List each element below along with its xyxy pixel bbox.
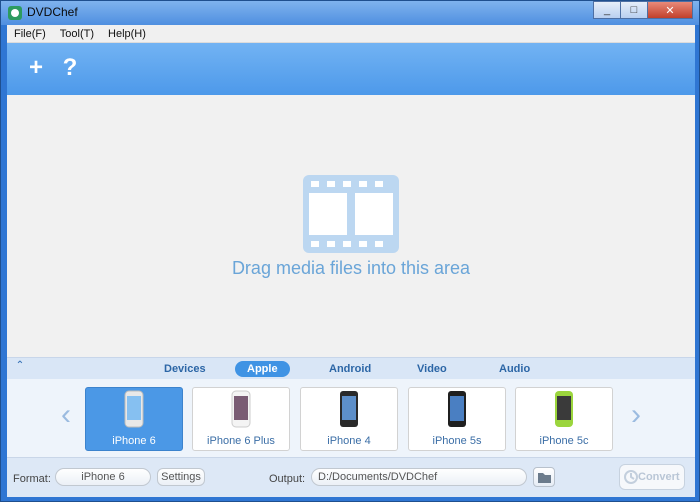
bottom-bar: Format: iPhone 6 Settings Output: D:/Doc… — [7, 457, 695, 497]
device-carousel: ‹ iPhone 6 iPhone 6 Plus iPhone 4 iPhone… — [7, 379, 695, 457]
device-label: iPhone 5s — [432, 435, 482, 447]
convert-icon — [624, 470, 638, 484]
maximize-button[interactable]: □ — [620, 1, 648, 19]
device-label: iPhone 4 — [327, 435, 371, 447]
tab-android[interactable]: Android — [317, 361, 383, 377]
tab-video[interactable]: Video — [405, 361, 459, 377]
device-card-iphone-5s[interactable]: iPhone 5s — [408, 387, 506, 451]
convert-button[interactable]: Convert — [619, 464, 685, 490]
iphone-4-icon — [340, 391, 358, 427]
device-label: iPhone 6 — [112, 435, 156, 447]
folder-icon — [538, 473, 551, 483]
add-file-button[interactable]: + — [23, 55, 49, 81]
collapse-panel-button[interactable]: ⌃ — [13, 360, 27, 374]
app-logo-icon — [8, 6, 22, 20]
drop-hint-text: Drag media files into this area — [231, 258, 471, 278]
device-card-iphone-6-plus[interactable]: iPhone 6 Plus — [192, 387, 290, 451]
drop-zone[interactable]: Drag media files into this area — [7, 95, 695, 357]
output-path-field[interactable]: D:/Documents/DVDChef — [311, 468, 527, 486]
iphone-6-plus-icon — [231, 390, 251, 428]
menu-file[interactable]: File(F) — [7, 28, 53, 40]
toolbar: + ? — [7, 43, 695, 95]
tab-audio[interactable]: Audio — [487, 361, 542, 377]
scroll-left-arrow-icon[interactable]: ‹ — [57, 400, 75, 430]
film-strip-icon — [303, 175, 399, 253]
app-window: DVDChef _ □ ✕ File(F) Tool(T) Help(H) + … — [0, 0, 700, 502]
close-button[interactable]: ✕ — [647, 1, 693, 19]
menu-tool[interactable]: Tool(T) — [53, 28, 101, 40]
tab-devices[interactable]: Devices — [152, 361, 218, 377]
settings-button[interactable]: Settings — [157, 468, 205, 486]
question-icon: ? — [62, 54, 78, 81]
window-controls: _ □ ✕ — [593, 1, 693, 21]
iphone-5s-icon — [448, 391, 466, 427]
device-card-iphone-6[interactable]: iPhone 6 — [85, 387, 183, 451]
help-button[interactable]: ? — [57, 55, 83, 81]
category-tab-bar: ⌃ Devices Apple Android Video Audio — [7, 357, 695, 379]
iphone-5c-icon — [555, 391, 573, 427]
iphone-6-icon — [124, 390, 144, 428]
tab-apple[interactable]: Apple — [235, 361, 290, 377]
plus-icon: + — [28, 54, 43, 81]
device-card-iphone-5c[interactable]: iPhone 5c — [515, 387, 613, 451]
title-bar[interactable]: DVDChef _ □ ✕ — [1, 1, 699, 25]
format-label: Format: — [13, 473, 51, 485]
output-label: Output: — [269, 473, 306, 485]
menu-help[interactable]: Help(H) — [101, 28, 153, 40]
minimize-button[interactable]: _ — [593, 1, 621, 19]
device-label: iPhone 6 Plus — [207, 435, 275, 447]
convert-label: Convert — [638, 471, 680, 483]
device-label: iPhone 5c — [539, 435, 589, 447]
device-card-iphone-4[interactable]: iPhone 4 — [300, 387, 398, 451]
menu-bar: File(F) Tool(T) Help(H) — [7, 25, 695, 43]
format-selector[interactable]: iPhone 6 — [55, 468, 151, 486]
browse-folder-button[interactable] — [533, 467, 555, 487]
scroll-right-arrow-icon[interactable]: › — [627, 400, 645, 430]
window-title: DVDChef — [27, 5, 78, 19]
